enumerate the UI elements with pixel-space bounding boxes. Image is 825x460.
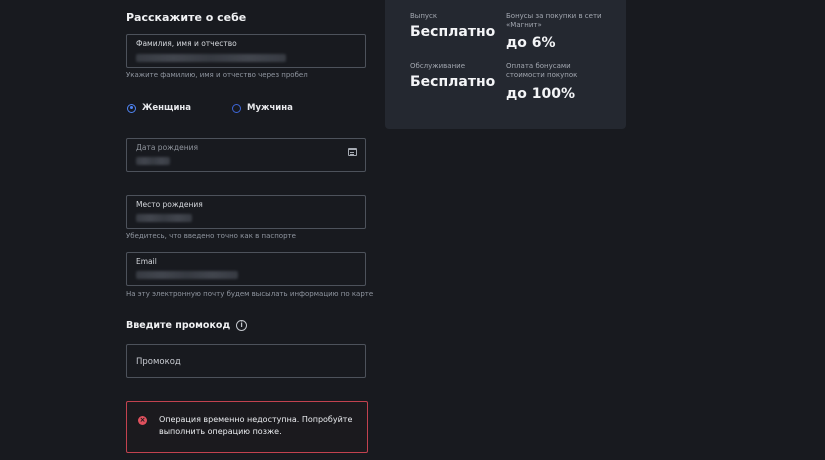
- pay-value: до 100%: [506, 86, 576, 102]
- calendar-icon[interactable]: [348, 148, 357, 156]
- radio-checked-icon: [127, 103, 136, 113]
- promo-code-input[interactable]: Промокод: [126, 344, 366, 378]
- promo-title-text: Введите промокод: [126, 320, 231, 331]
- full-name-label: Фамилия, имя и отчество: [136, 39, 237, 48]
- error-message: Операция временно недоступна. Попробуйте…: [159, 415, 353, 436]
- birth-place-hint: Убедитесь, что введено точно как в паспо…: [126, 232, 296, 240]
- bonus-label: Бонусы за покупки в сети «Магнит»: [506, 12, 602, 29]
- info-icon[interactable]: i: [236, 320, 248, 331]
- birth-place-label: Место рождения: [136, 200, 203, 209]
- gender-female-label: Женщина: [142, 103, 192, 113]
- card-info-panel: Выпуск Бесплатно Обслуживание Бесплатно …: [385, 0, 626, 129]
- error-alert: × Операция временно недоступна. Попробуй…: [126, 401, 368, 453]
- bonus-value: до 6%: [506, 35, 556, 51]
- gender-male-label: Мужчина: [247, 103, 293, 113]
- radio-unchecked-icon: [232, 103, 241, 113]
- issue-label: Выпуск: [410, 12, 438, 20]
- promo-code-placeholder: Промокод: [136, 357, 181, 367]
- email-hint: На эту электронную почту будем высылать …: [126, 290, 374, 298]
- error-icon: ×: [138, 416, 147, 425]
- email-value-blurred: [136, 271, 238, 279]
- email-field[interactable]: Email: [126, 252, 366, 286]
- birth-place-field[interactable]: Место рождения: [126, 195, 366, 229]
- pay-label: Оплата бонусами стоимости покупок: [506, 62, 578, 79]
- gender-male-radio[interactable]: Мужчина: [232, 103, 293, 113]
- gender-female-radio[interactable]: Женщина: [127, 103, 191, 113]
- email-label: Email: [136, 257, 157, 266]
- birth-date-label: Дата рождения: [136, 143, 198, 152]
- service-value: Бесплатно: [410, 74, 496, 90]
- full-name-value-blurred: [136, 54, 286, 62]
- birth-place-value-blurred: [136, 214, 192, 222]
- birth-date-value-blurred: [136, 157, 170, 165]
- section-title: Расскажите о себе: [126, 11, 247, 24]
- birth-date-field[interactable]: Дата рождения: [126, 138, 366, 172]
- promo-title: Введите промокод i: [126, 320, 248, 331]
- service-label: Обслуживание: [410, 62, 465, 70]
- issue-value: Бесплатно: [410, 24, 496, 40]
- full-name-hint: Укажите фамилию, имя и отчество через пр…: [126, 71, 308, 79]
- full-name-field[interactable]: Фамилия, имя и отчество: [126, 34, 366, 68]
